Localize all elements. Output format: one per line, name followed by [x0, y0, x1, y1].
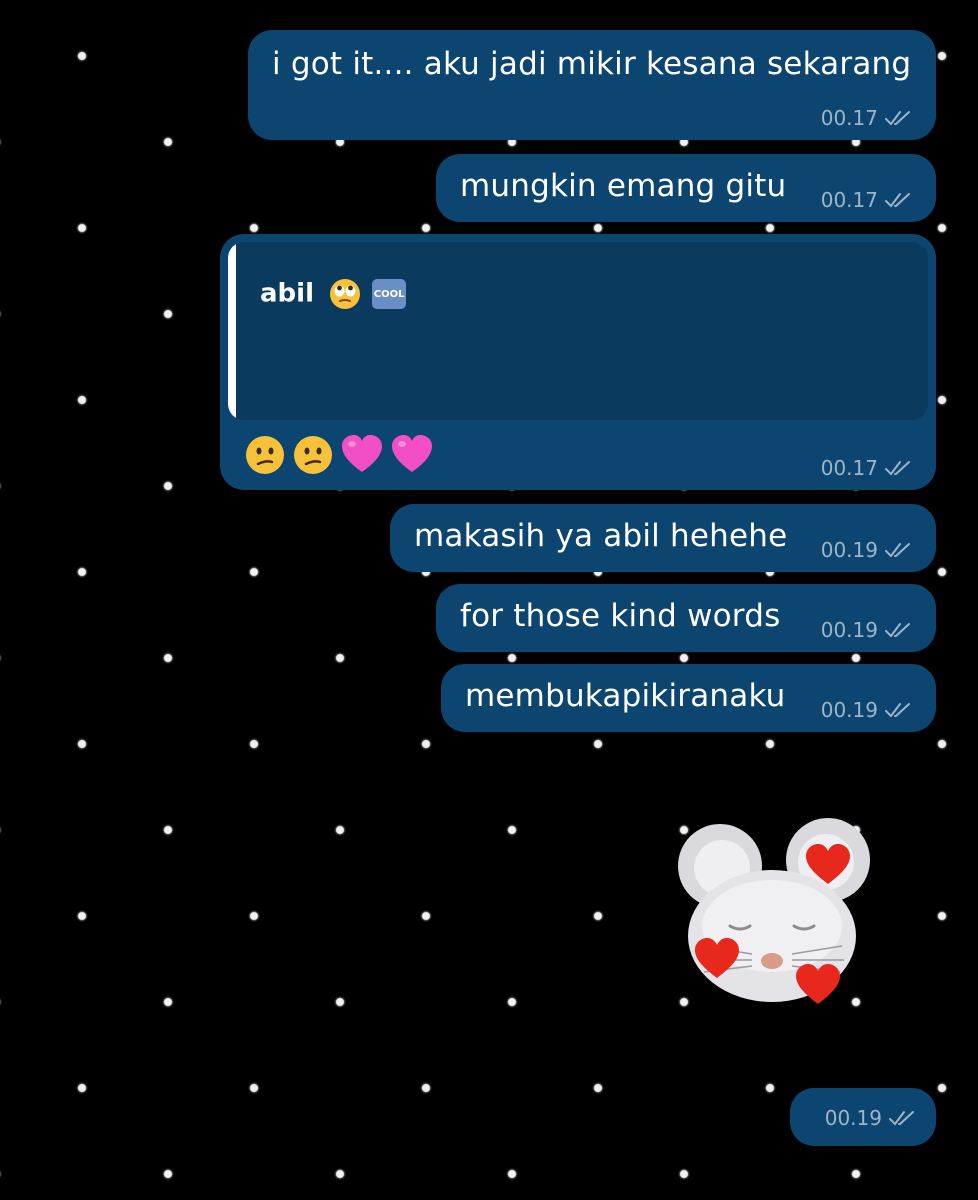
double-check-icon: [885, 193, 910, 208]
message-bubble[interactable]: i got it.... aku jadi mikir kesana sekar…: [248, 30, 936, 140]
double-check-icon: [885, 543, 910, 558]
message-meta: 00.17: [821, 188, 912, 212]
cool-badge-label: COOL: [373, 288, 405, 300]
message-text: membukapikiranaku: [465, 678, 786, 714]
double-check-icon: [885, 703, 910, 718]
message-time: 00.19: [820, 538, 878, 562]
message-meta: 00.19: [825, 1106, 916, 1130]
message-time: 00.17: [820, 106, 878, 130]
reaction-emoji-row: [244, 434, 434, 476]
double-check-icon: [885, 461, 910, 476]
message-text: i got it.... aku jadi mikir kesana sekar…: [272, 46, 912, 82]
double-check-icon: [889, 1111, 914, 1126]
message-text: for those kind words: [460, 598, 781, 634]
message-bubble[interactable]: membukapikiranaku 00.19: [441, 664, 936, 732]
pink-heart-icon: [392, 435, 432, 472]
quoted-author: abil COOL: [260, 278, 407, 310]
message-meta: 00.17: [821, 106, 912, 130]
quoted-message[interactable]: abil COOL: [228, 242, 928, 420]
reply-message-bubble[interactable]: abil COOL 00.17: [220, 234, 936, 490]
message-time: 00.19: [820, 698, 878, 722]
message-bubble[interactable]: for those kind words 00.19: [436, 584, 936, 652]
message-bubble[interactable]: makasih ya abil hehehe 00.19: [390, 504, 936, 572]
sticker-time-bubble: 00.19: [790, 1088, 936, 1146]
pink-heart-icon: [342, 435, 382, 472]
double-check-icon: [885, 623, 910, 638]
confused-face-icon: [294, 436, 332, 474]
double-check-icon: [885, 111, 910, 126]
message-text: mungkin emang gitu: [460, 168, 787, 204]
quoted-author-name: abil: [260, 278, 314, 309]
quote-bar: [228, 242, 236, 420]
message-time: 00.19: [820, 618, 878, 642]
confused-face-icon: [246, 436, 284, 474]
message-meta: 00.19: [821, 618, 912, 642]
message-bubble[interactable]: mungkin emang gitu 00.17: [436, 154, 936, 222]
message-time: 00.17: [820, 188, 878, 212]
message-meta: 00.17: [821, 456, 912, 480]
message-meta: 00.19: [821, 538, 912, 562]
message-time: 00.19: [824, 1106, 882, 1130]
message-time: 00.17: [820, 456, 878, 480]
message-meta: 00.19: [821, 698, 912, 722]
rolling-eyes-emoji-icon: [330, 279, 361, 309]
cool-badge-icon: COOL: [372, 279, 407, 309]
message-text: makasih ya abil hehehe: [414, 518, 788, 554]
mouse-heart-eyes-sticker[interactable]: [672, 818, 872, 1008]
